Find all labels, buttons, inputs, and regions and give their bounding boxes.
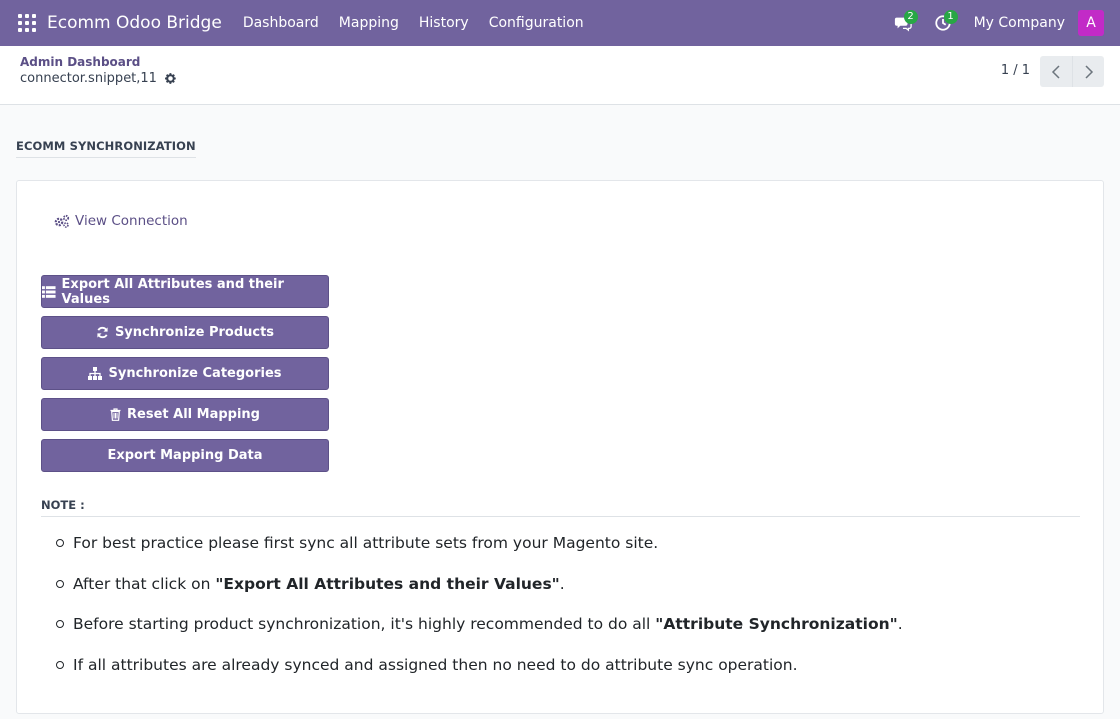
chevron-right-icon (1084, 64, 1093, 79)
pager-value[interactable]: 1 / 1 (1001, 63, 1030, 78)
export-mapping-data-button[interactable]: Export Mapping Data (41, 439, 329, 472)
synchronize-categories-label: Synchronize Categories (108, 366, 282, 381)
pager-previous-button[interactable] (1040, 56, 1072, 87)
breadcrumb-admin-dashboard[interactable]: Admin Dashboard (20, 55, 140, 69)
app-brand[interactable]: Ecomm Odoo Bridge (47, 13, 222, 33)
view-connection-link[interactable]: View Connection (54, 213, 188, 229)
sync-card: View Connection Export All Attributes an… (16, 180, 1104, 714)
export-mapping-data-label: Export Mapping Data (107, 448, 263, 463)
refresh-icon (97, 326, 108, 339)
company-switcher[interactable]: My Company (974, 15, 1065, 31)
messages-button[interactable]: 2 (888, 0, 918, 46)
pager-next-button[interactable] (1072, 56, 1104, 87)
record-name: connector.snippet,11 (20, 71, 157, 86)
gear-icon[interactable] (164, 72, 177, 85)
synchronize-products-button[interactable]: Synchronize Products (41, 316, 329, 349)
top-navbar: Ecomm Odoo Bridge Dashboard Mapping Hist… (0, 0, 1120, 46)
export-attributes-label: Export All Attributes and their Values (61, 276, 284, 307)
note-separator (41, 516, 1080, 517)
cogs-icon (54, 214, 70, 228)
sitemap-icon (88, 367, 103, 380)
synchronize-products-label: Synchronize Products (114, 325, 275, 340)
messages-badge: 2 (903, 10, 918, 24)
user-avatar[interactable]: A (1078, 10, 1104, 36)
note-item: If all attributes are already synced and… (41, 647, 1081, 688)
reset-all-mapping-button[interactable]: Reset All Mapping (41, 398, 329, 431)
note-item: For best practice please first sync all … (41, 525, 1081, 566)
note-item: Before starting product synchronization,… (41, 606, 1081, 647)
note-label: NOTE : (41, 498, 85, 512)
export-attributes-button[interactable]: Export All Attributes and their Values (41, 275, 329, 308)
activities-button[interactable]: 1 (928, 0, 958, 46)
synchronize-categories-button[interactable]: Synchronize Categories (41, 357, 329, 390)
menu-dashboard[interactable]: Dashboard (233, 0, 329, 46)
breadcrumb-current: connector.snippet,11 (20, 71, 177, 86)
note-item: After that click on "Export All Attribut… (41, 566, 1081, 607)
main-menu: Dashboard Mapping History Configuration (233, 0, 594, 46)
list-icon (42, 285, 56, 298)
note-list: For best practice please first sync all … (41, 525, 1081, 687)
trash-icon (110, 408, 121, 421)
menu-configuration[interactable]: Configuration (479, 0, 594, 46)
apps-menu-icon[interactable] (18, 14, 36, 32)
activities-badge: 1 (943, 10, 958, 24)
control-panel: Admin Dashboard connector.snippet,11 1 /… (0, 46, 1120, 105)
section-title: ECOMM SYNCHRONIZATION (16, 139, 196, 158)
chevron-left-icon (1051, 64, 1060, 79)
reset-all-mapping-label: Reset All Mapping (127, 407, 260, 422)
view-connection-label: View Connection (75, 213, 188, 229)
menu-history[interactable]: History (409, 0, 479, 46)
menu-mapping[interactable]: Mapping (329, 0, 409, 46)
